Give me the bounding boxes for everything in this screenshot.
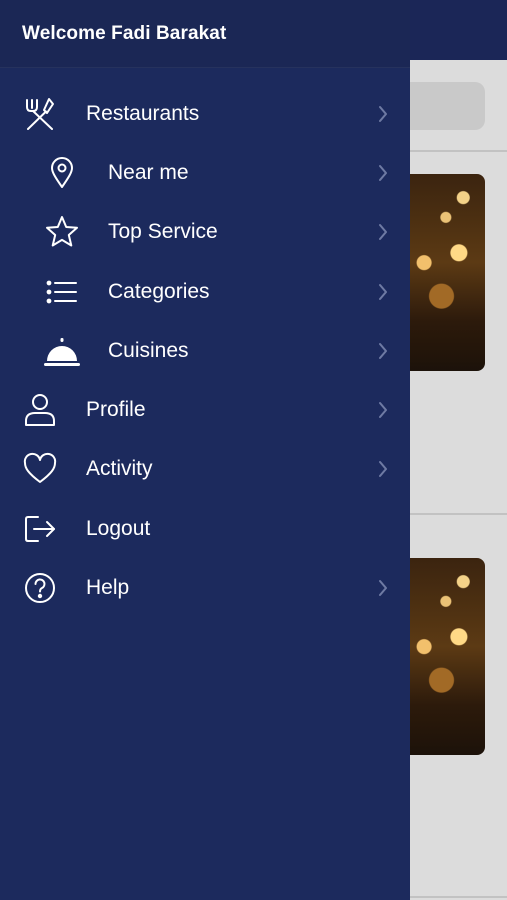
chevron-right-icon	[375, 401, 391, 419]
background-restaurant-image	[398, 174, 485, 371]
background-divider	[395, 513, 507, 515]
welcome-text: Welcome Fadi Barakat	[22, 22, 227, 44]
menu-item-label: Categories	[108, 279, 210, 303]
chevron-right-icon	[375, 164, 391, 182]
utensils-icon	[22, 96, 58, 132]
menu-item-activity[interactable]: Activity	[0, 440, 410, 499]
chevron-right-icon	[375, 342, 391, 360]
chevron-right-icon	[375, 223, 391, 241]
menu-item-label: Near me	[108, 160, 189, 184]
navigation-drawer: Welcome Fadi Barakat Restaurants Near me…	[0, 0, 410, 900]
background-divider	[395, 150, 507, 152]
logout-icon	[22, 511, 58, 547]
menu-item-near-me[interactable]: Near me	[0, 143, 410, 202]
menu-item-label: Activity	[86, 457, 153, 481]
cloche-icon	[44, 333, 80, 369]
menu-item-categories[interactable]: Categories	[0, 262, 410, 321]
menu-item-cuisines[interactable]: Cuisines	[0, 321, 410, 380]
menu-item-label: Help	[86, 576, 130, 600]
user-icon	[22, 392, 58, 428]
chevron-right-icon	[375, 105, 391, 123]
menu-item-label: Cuisines	[108, 338, 189, 362]
menu-item-profile[interactable]: Profile	[0, 380, 410, 439]
menu-item-label: Profile	[86, 398, 146, 422]
drawer-header: Welcome Fadi Barakat	[0, 0, 410, 68]
menu-item-help[interactable]: Help	[0, 558, 410, 617]
menu-item-top-service[interactable]: Top Service	[0, 203, 410, 262]
menu-item-logout[interactable]: Logout	[0, 499, 410, 558]
map-pin-icon	[44, 155, 80, 191]
menu-item-label: Top Service	[108, 220, 218, 244]
heart-icon	[22, 451, 58, 487]
background-divider	[395, 896, 507, 898]
menu-item-label: Logout	[86, 516, 151, 540]
drawer-menu: Restaurants Near me Top Service Categori…	[0, 84, 410, 618]
background-restaurant-image	[398, 558, 485, 755]
list-icon	[44, 274, 80, 310]
menu-item-restaurants[interactable]: Restaurants	[0, 84, 410, 143]
star-icon	[44, 214, 80, 250]
chevron-right-icon	[375, 579, 391, 597]
help-circle-icon	[22, 570, 58, 606]
menu-item-label: Restaurants	[86, 101, 200, 125]
chevron-right-icon	[375, 460, 391, 478]
chevron-right-icon	[375, 283, 391, 301]
